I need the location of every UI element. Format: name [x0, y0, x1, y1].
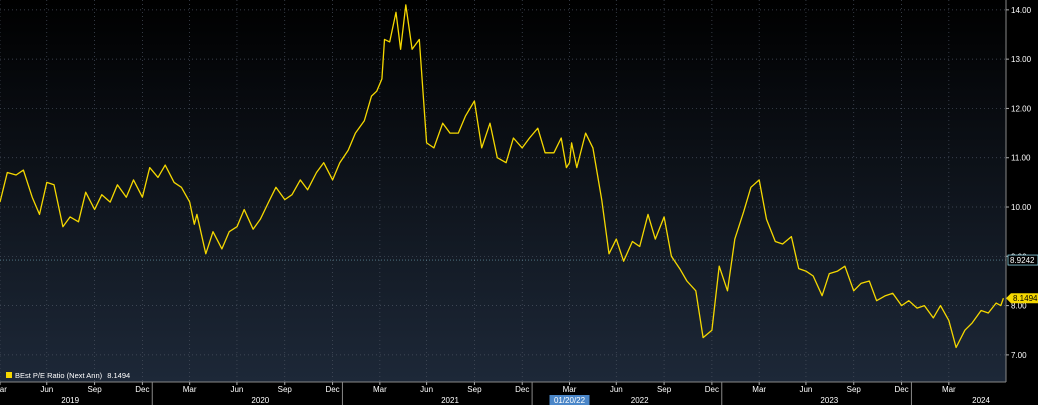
x-tick-label: Mar [0, 385, 7, 394]
x-tick-label: Mar [752, 385, 766, 394]
x-tick-label: Sep [467, 385, 482, 394]
x-tick-label: Mar [183, 385, 197, 394]
y-tick-label: 14.00 [1011, 6, 1032, 15]
x-tick-label: Dec [135, 385, 149, 394]
plot-background [0, 0, 1006, 382]
x-tick-label: Dec [894, 385, 908, 394]
x-tick-label: Jun [799, 385, 812, 394]
x-tick-label: Mar [373, 385, 387, 394]
x-tick-label: Dec [515, 385, 529, 394]
pe-ratio-chart: 7.008.009.0010.0011.0012.0013.0014.00 Ma… [0, 0, 1038, 405]
reference-value-label: 8.9242 [1010, 256, 1035, 265]
x-tick-label: Sep [278, 385, 293, 394]
x-tick-label: Jun [230, 385, 243, 394]
x-tick-label: Mar [942, 385, 956, 394]
y-tick-label: 13.00 [1011, 55, 1032, 64]
x-tick-label: Sep [847, 385, 862, 394]
x-tick-label: Dec [705, 385, 719, 394]
x-axis: Mar Jun Sep Dec Mar Jun Sep Dec Mar Jun Sep Dec Mar J… [0, 382, 991, 405]
highlighted-date-label: 01/20/22 [554, 396, 586, 405]
x-tick-label: Mar [563, 385, 577, 394]
y-tick-label: 11.00 [1011, 154, 1031, 163]
x-tick-label: Jun [610, 385, 623, 394]
legend[interactable]: BEst P/E Ratio (Next Ann) 8.1494 [6, 371, 130, 380]
y-tick-label: 7.00 [1011, 351, 1027, 360]
y-tick-label: 12.00 [1011, 104, 1032, 113]
x-tick-label: Sep [87, 385, 102, 394]
year-label: 2020 [251, 396, 269, 405]
legend-swatch [6, 372, 12, 378]
y-tick-label: 10.00 [1011, 203, 1032, 212]
year-label: 2024 [972, 396, 990, 405]
legend-label: BEst P/E Ratio (Next Ann) 8.1494 [15, 371, 130, 380]
x-tick-label: Dec [325, 385, 339, 394]
year-label: 2019 [61, 396, 79, 405]
year-label: 2021 [441, 396, 459, 405]
x-tick-label: Sep [657, 385, 672, 394]
x-tick-label: Jun [420, 385, 433, 394]
year-label: 2022 [631, 396, 649, 405]
x-tick-label: Jun [40, 385, 53, 394]
year-label: 2023 [820, 396, 838, 405]
last-value-label: 8.1494 [1013, 294, 1038, 303]
